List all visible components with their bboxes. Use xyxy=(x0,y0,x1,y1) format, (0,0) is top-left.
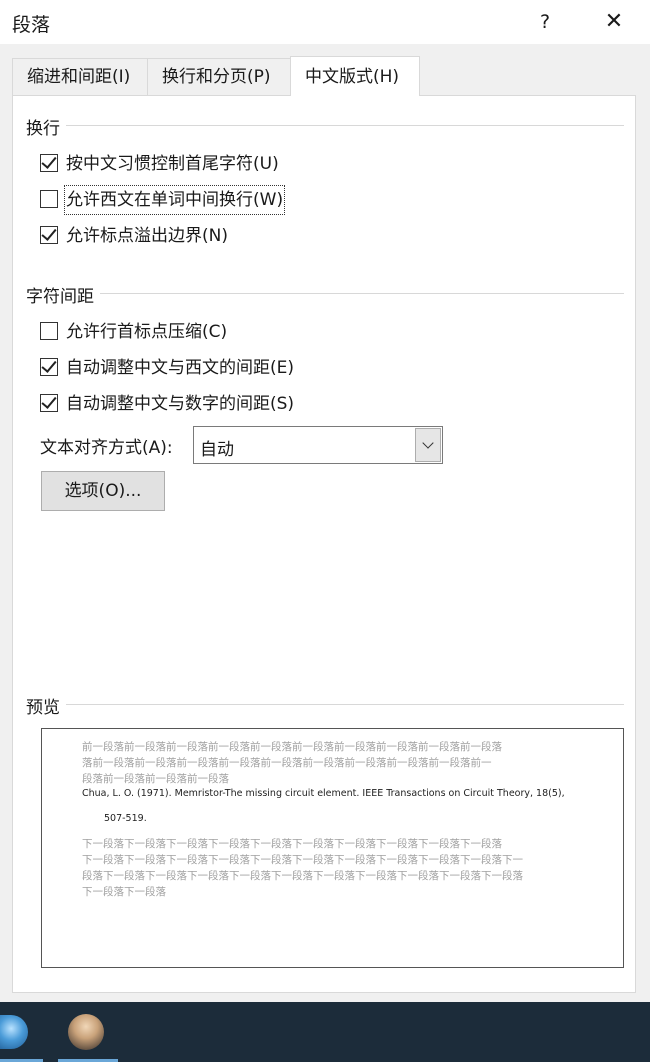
section-divider xyxy=(26,293,624,294)
help-button[interactable]: ? xyxy=(528,6,562,38)
checkmark-icon xyxy=(41,393,57,409)
preview-prev-paragraph: 前一段落前一段落前一段落前一段落前一段落前一段落前一段落前一段落前一段落前一段落 xyxy=(82,741,502,753)
text-alignment-label: 文本对齐方式(A): xyxy=(40,438,173,458)
preview-next-paragraph: 段落下一段落下一段落下一段落下一段落下一段落下一段落下一段落下一段落下一段落下一… xyxy=(82,870,523,882)
preview-next-paragraph: 下一段落下一段落下一段落下一段落下一段落下一段落下一段落下一段落下一段落下一段落… xyxy=(82,854,523,866)
text-alignment-select[interactable]: 自动 xyxy=(193,426,443,464)
checkmark-icon xyxy=(41,225,57,241)
section-title-line-break: 换行 xyxy=(26,114,66,139)
checkbox[interactable] xyxy=(40,153,58,172)
checkbox[interactable] xyxy=(40,393,58,412)
option-label: 自动调整中文与西文的间距(E) xyxy=(66,358,295,378)
tab-line-page-breaks[interactable]: 换行和分页(P) xyxy=(147,58,291,95)
dialog-title: 段落 xyxy=(12,14,51,36)
checkmark-icon xyxy=(41,357,57,373)
option-label: 允许标点溢出边界(N) xyxy=(66,226,228,246)
checkbox[interactable] xyxy=(40,357,58,376)
globe-icon[interactable] xyxy=(0,1015,28,1049)
preview-prev-paragraph: 段落前一段落前一段落前一段落 xyxy=(82,773,229,785)
checkmark-icon xyxy=(41,153,57,169)
section-divider xyxy=(26,704,624,705)
preview-next-paragraph: 下一段落下一段落下一段落下一段落下一段落下一段落下一段落下一段落下一段落下一段落 xyxy=(82,838,502,850)
section-divider xyxy=(26,125,624,126)
tab-indent-spacing[interactable]: 缩进和间距(I) xyxy=(12,58,148,95)
checkbox[interactable] xyxy=(40,190,58,208)
option-label: 允许西文在单词中间换行(W) xyxy=(63,185,286,215)
options-button[interactable]: 选项(O)... xyxy=(41,471,165,511)
preview-current-paragraph: 507-519. xyxy=(104,813,147,824)
option-label: 自动调整中文与数字的间距(S) xyxy=(66,394,295,414)
section-title-char-spacing: 字符间距 xyxy=(26,282,100,307)
checkbox[interactable] xyxy=(40,322,58,340)
checkbox[interactable] xyxy=(40,225,58,244)
preview-current-paragraph: Chua, L. O. (1971). Memristor-The missin… xyxy=(82,788,565,799)
chevron-down-icon[interactable] xyxy=(415,428,441,462)
option-label: 允许行首标点压缩(C) xyxy=(66,322,228,342)
section-title-preview: 预览 xyxy=(26,693,66,718)
title-bar: 段落 ? ✕ xyxy=(0,0,650,44)
taskbar xyxy=(0,1002,650,1062)
avatar-icon[interactable] xyxy=(68,1014,104,1050)
select-value: 自动 xyxy=(200,440,234,460)
option-label: 按中文习惯控制首尾字符(U) xyxy=(66,154,279,174)
preview-next-paragraph: 下一段落下一段落 xyxy=(82,886,166,898)
tab-asian-typography[interactable]: 中文版式(H) xyxy=(290,56,420,96)
preview-prev-paragraph: 落前一段落前一段落前一段落前一段落前一段落前一段落前一段落前一段落前一段落前一 xyxy=(82,757,492,769)
preview-box: 前一段落前一段落前一段落前一段落前一段落前一段落前一段落前一段落前一段落前一段落… xyxy=(41,728,624,968)
close-button[interactable]: ✕ xyxy=(596,6,632,38)
